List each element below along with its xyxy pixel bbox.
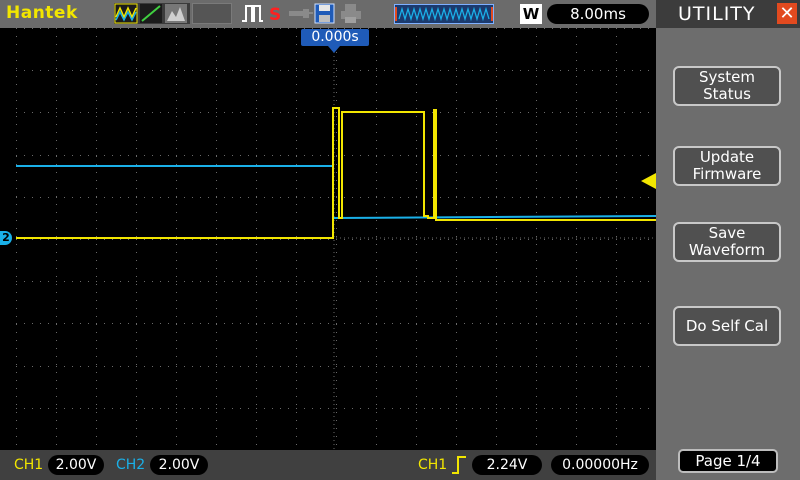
ch2-label: CH2 bbox=[116, 457, 146, 473]
ch1-label: CH1 bbox=[14, 457, 44, 473]
ch2-level-marker[interactable]: 2 bbox=[0, 231, 12, 245]
side-panel-header: UTILITY ✕ bbox=[656, 0, 800, 28]
stop-icon: S bbox=[269, 5, 281, 24]
waveform-display[interactable] bbox=[16, 28, 656, 450]
ramp-icon bbox=[140, 4, 162, 23]
probe-icon bbox=[289, 9, 313, 18]
acquire-mode-group[interactable] bbox=[114, 3, 190, 24]
update-firmware-button[interactable]: Update Firmware bbox=[673, 146, 781, 186]
system-status-button[interactable]: System Status bbox=[673, 66, 781, 106]
ch1-volts-div[interactable]: 2.00V bbox=[48, 455, 104, 475]
ch2-volts-div[interactable]: 2.00V bbox=[150, 455, 208, 475]
trigger-position-marker-icon bbox=[328, 46, 340, 53]
extra-info-box bbox=[192, 3, 232, 24]
page-indicator[interactable]: Page 1/4 bbox=[678, 449, 778, 473]
envelope-icon bbox=[165, 4, 187, 23]
side-panel-title: UTILITY bbox=[678, 3, 756, 25]
pulse-icon bbox=[242, 5, 263, 22]
svg-text:S: S bbox=[269, 5, 281, 24]
do-self-cal-button[interactable]: Do Self Cal bbox=[673, 306, 781, 346]
trigger-level-value[interactable]: 2.24V bbox=[472, 455, 542, 475]
trigger-level-arrow-icon[interactable] bbox=[641, 173, 656, 189]
floppy-save-icon[interactable] bbox=[314, 3, 336, 24]
top-status-bar: Hantek S W 8.00ms bbox=[0, 0, 656, 28]
utility-side-panel: UTILITY ✕ System Status Update Firmware … bbox=[656, 0, 800, 480]
window-mode-badge: W bbox=[520, 4, 542, 24]
memory-waveform-icon[interactable] bbox=[394, 4, 494, 24]
bottom-status-bar: CH1 2.00V CH2 2.00V CH1 2.24V 0.00000Hz bbox=[0, 450, 656, 480]
rising-edge-icon bbox=[452, 456, 466, 474]
trigger-source-label: CH1 bbox=[418, 457, 448, 473]
triangle-wave-icon[interactable] bbox=[114, 3, 190, 24]
trigger-position-readout: 0.000s bbox=[301, 29, 369, 46]
brand-logo: Hantek bbox=[6, 3, 78, 23]
printer-icon[interactable] bbox=[340, 3, 362, 24]
timebase-value[interactable]: 8.00ms bbox=[547, 4, 649, 24]
close-icon[interactable]: ✕ bbox=[777, 3, 797, 24]
save-waveform-button[interactable]: Save Waveform bbox=[673, 222, 781, 262]
trigger-frequency-value: 0.00000Hz bbox=[551, 455, 649, 475]
